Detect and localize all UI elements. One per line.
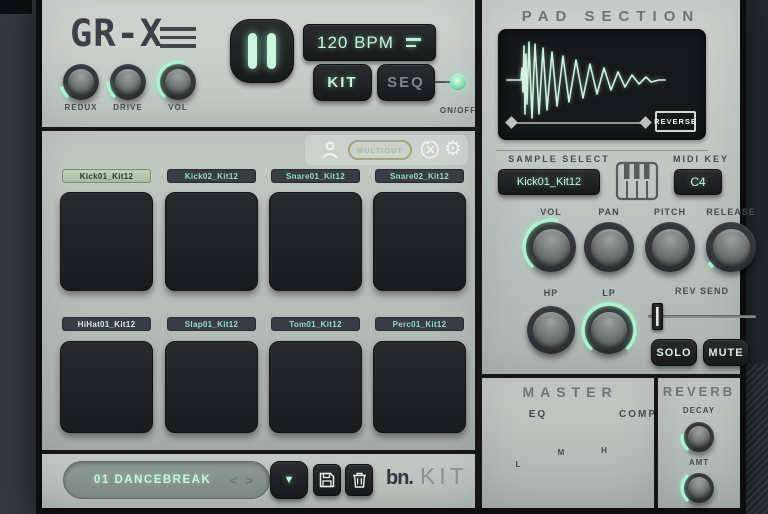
drum-pad-snare01[interactable] <box>269 192 362 291</box>
bpm-value: 120 BPM <box>317 33 394 53</box>
divider <box>475 0 482 508</box>
rev-send-track[interactable] <box>648 315 756 318</box>
header-panel: GR-X REDUX DRIVE VOL <box>42 0 475 127</box>
led-connector <box>435 81 450 83</box>
pad-label-chip[interactable]: Perc01_Kit12 <box>375 317 464 331</box>
preset-bar: 01 DANCEBREAK < > ▼ <box>42 454 475 508</box>
reverb-panel: REVERB DECAY AMT <box>658 378 740 508</box>
drum-pad-snare02[interactable] <box>373 192 466 291</box>
eq-label: EQ <box>508 409 568 420</box>
drum-pad-kick01[interactable] <box>60 192 153 291</box>
bpm-drag-icon[interactable] <box>406 38 421 47</box>
reverb-title: REVERB <box>658 384 740 399</box>
pause-button[interactable] <box>230 19 294 83</box>
brand-product-label: KIT <box>420 463 468 490</box>
eq-mid-slider[interactable] <box>571 426 601 508</box>
pad-label-chip[interactable]: Tom01_Kit12 <box>271 317 360 331</box>
plugin-window: GR-X REDUX DRIVE VOL <box>36 0 746 514</box>
preset-dropdown-button[interactable]: ▼ <box>270 461 308 499</box>
eq-low-slider[interactable] <box>528 426 558 508</box>
drum-pad-kick02[interactable] <box>165 192 258 291</box>
preset-prev-icon[interactable]: < <box>230 473 238 488</box>
app-logo: GR-X <box>70 12 163 55</box>
drum-pad-hihat01[interactable] <box>60 341 153 433</box>
pad-label-chip[interactable]: HiHat01_Kit12 <box>62 317 151 331</box>
pad-vol-knob[interactable] <box>526 222 576 272</box>
onoff-led[interactable] <box>450 74 466 90</box>
pad-label-chip[interactable]: Slap01_Kit12 <box>167 317 256 331</box>
eq-high-letter: H <box>598 446 610 455</box>
eq-high-slider[interactable] <box>614 426 644 508</box>
reverse-button[interactable]: REVERSE <box>655 111 696 132</box>
pad-bank-panel: MULTIOUT ⚙ Kick01_Kit12 Kick02_Kit12 Sna… <box>42 131 475 450</box>
sample-select-box[interactable]: Kick01_Kit12 <box>498 169 600 195</box>
amt-label: AMT <box>669 458 729 467</box>
pan-knob-label: PAN <box>579 207 639 217</box>
preset-name: 01 DANCEBREAK <box>94 474 211 486</box>
pad-label-chip[interactable]: Snare01_Kit12 <box>271 169 360 183</box>
kit-mode-button[interactable]: KIT <box>313 64 372 101</box>
seq-mode-button[interactable]: SEQ <box>377 64 435 101</box>
rev-send-label: REV SEND <box>657 286 747 296</box>
pad-pitch-knob[interactable] <box>645 222 695 272</box>
bpm-display[interactable]: 120 BPM <box>303 24 436 61</box>
pad-release-knob[interactable] <box>706 222 756 272</box>
separator-line <box>496 150 708 151</box>
solo-button[interactable]: SOLO <box>651 339 697 366</box>
hp-knob-label: HP <box>521 288 581 298</box>
drum-pad-perc01[interactable] <box>373 341 466 433</box>
sample-select-label: SAMPLE SELECT <box>486 154 632 164</box>
drum-pad-tom01[interactable] <box>269 341 362 433</box>
hp-filter-knob[interactable] <box>527 306 575 354</box>
pause-bar-icon <box>248 33 257 69</box>
midi-key-box[interactable]: C4 <box>674 169 722 195</box>
drive-knob[interactable] <box>110 64 146 100</box>
delete-preset-button[interactable] <box>345 464 373 496</box>
eq-mid-letter: M <box>555 448 567 457</box>
lp-knob-label: LP <box>579 288 639 298</box>
mute-button[interactable]: MUTE <box>703 339 749 366</box>
preset-next-icon[interactable]: > <box>245 473 253 488</box>
pad-label-chip[interactable]: Kick01_Kit12 <box>62 169 151 183</box>
amt-knob[interactable] <box>684 473 714 503</box>
pad-label-chip[interactable]: Kick02_Kit12 <box>167 169 256 183</box>
lp-filter-knob[interactable] <box>585 306 633 354</box>
rev-send-handle[interactable] <box>652 303 663 330</box>
redux-knob[interactable] <box>63 64 99 100</box>
pad-section-title: PAD SECTION <box>482 8 740 25</box>
backdrop-notch <box>0 0 32 14</box>
header-vol-knob[interactable] <box>160 64 196 100</box>
reset-kit-icon[interactable] <box>420 139 441 160</box>
master-title: MASTER <box>482 384 658 400</box>
hamburger-menu-icon[interactable] <box>160 27 196 48</box>
midi-key-label: MIDI KEY <box>662 154 740 164</box>
master-panel: MASTER EQ COMP L M H <box>482 378 658 508</box>
pause-bar-icon <box>267 33 276 69</box>
save-preset-button[interactable] <box>313 464 341 496</box>
drum-pad-slap01[interactable] <box>165 341 258 433</box>
decay-knob[interactable] <box>684 422 714 452</box>
trim-slider-track[interactable] <box>513 122 647 124</box>
vol-label: VOL <box>148 103 208 112</box>
trash-icon <box>352 472 367 488</box>
pad-section-panel: PAD SECTION REVERSE SAMPLE SELECT Kick01… <box>482 0 740 374</box>
piano-icon <box>615 161 659 201</box>
screenshot-stage: GR-X REDUX DRIVE VOL <box>0 0 768 514</box>
pad-label-chip[interactable]: Snare02_Kit12 <box>375 169 464 183</box>
decay-label: DECAY <box>669 406 729 415</box>
floppy-icon <box>319 472 335 488</box>
waveform-icon <box>499 32 707 122</box>
preset-selector[interactable]: 01 DANCEBREAK < > <box>63 461 270 499</box>
brand-logo: bn. <box>386 467 413 490</box>
dropdown-triangle-icon: ▼ <box>284 474 295 486</box>
gear-icon[interactable]: ⚙ <box>444 136 462 160</box>
user-icon[interactable] <box>320 140 340 160</box>
eq-low-letter: L <box>512 460 524 469</box>
waveform-display[interactable]: REVERSE <box>498 29 706 140</box>
multiout-button[interactable]: MULTIOUT <box>348 140 412 160</box>
pad-pan-knob[interactable] <box>584 222 634 272</box>
